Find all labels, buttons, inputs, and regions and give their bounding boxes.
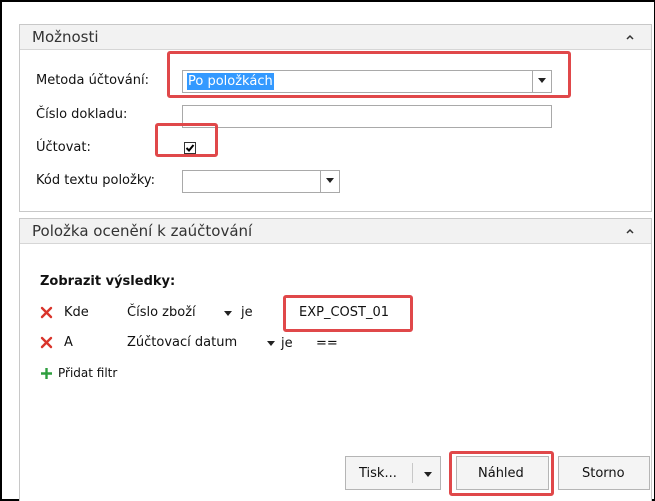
caret-down-icon[interactable] <box>267 341 275 347</box>
options-panel-header[interactable]: Možnosti <box>20 25 651 50</box>
filter-conjunction: A <box>64 335 73 350</box>
chevron-up-icon[interactable] <box>623 224 637 238</box>
filter-field[interactable]: Číslo zboží <box>127 305 196 320</box>
print-button-label: Tisk... <box>359 466 397 481</box>
remove-filter-icon[interactable] <box>40 336 53 349</box>
item-text-code-select[interactable] <box>182 170 340 193</box>
posting-method-label: Metoda účtování: <box>36 73 149 88</box>
options-panel-title: Možnosti <box>32 28 99 46</box>
print-button-separator <box>412 463 413 483</box>
highlight-box <box>283 295 413 332</box>
filter-operator: je <box>281 336 293 351</box>
highlight-box <box>167 51 571 98</box>
cancel-button-label: Storno <box>582 466 625 481</box>
document-no-input[interactable] <box>182 105 552 128</box>
filter-field[interactable]: Zúčtovací datum <box>127 335 237 350</box>
print-button[interactable]: Tisk... <box>345 456 441 490</box>
filter-value[interactable]: == <box>316 336 338 351</box>
filter-conjunction: Kde <box>64 305 89 320</box>
caret-down-icon[interactable] <box>224 311 232 317</box>
plus-icon[interactable] <box>40 367 53 384</box>
filter-panel-title: Položka ocenění k zaúčtování <box>32 222 253 240</box>
document-no-label: Číslo dokladu: <box>36 107 128 122</box>
remove-filter-icon[interactable] <box>40 306 53 319</box>
caret-down-icon <box>326 178 334 183</box>
highlight-box <box>449 451 554 496</box>
add-filter-link[interactable]: Přidat filtr <box>58 366 117 380</box>
highlight-box <box>155 123 218 157</box>
post-label: Účtovat: <box>36 140 91 155</box>
cancel-button[interactable]: Storno <box>558 456 650 490</box>
show-results-heading: Zobrazit výsledky: <box>40 274 176 289</box>
filter-panel-header[interactable]: Položka ocenění k zaúčtování <box>20 219 651 244</box>
filter-operator: je <box>241 305 253 320</box>
item-text-code-label: Kód textu položky: <box>36 173 156 188</box>
item-text-code-dropdown-button[interactable] <box>320 171 339 192</box>
caret-down-icon[interactable] <box>424 472 432 478</box>
chevron-up-icon[interactable] <box>623 30 637 44</box>
